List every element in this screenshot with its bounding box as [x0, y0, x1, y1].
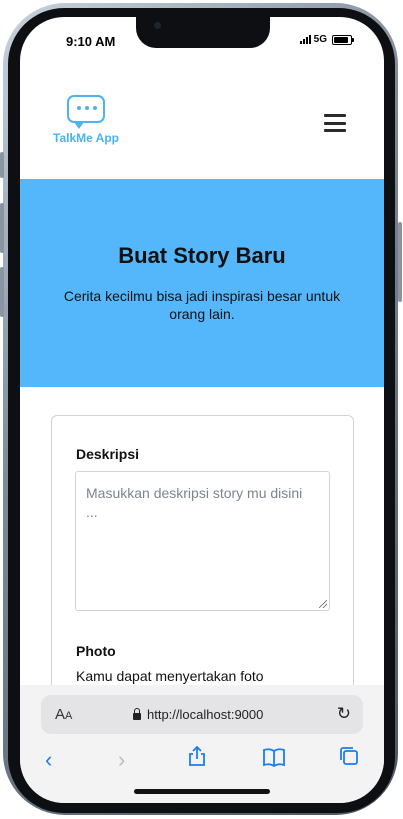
phone-device: 9:10 AM 5G TalkMe App Buat Story Baru Ce… [0, 0, 403, 819]
camera-icon [154, 22, 161, 29]
url-text: http://localhost:9000 [147, 707, 264, 722]
photo-helper-text: Kamu dapat menyertakan foto [76, 668, 264, 684]
home-indicator[interactable] [134, 789, 270, 794]
hero-banner: Buat Story Baru Cerita kecilmu bisa jadi… [20, 179, 384, 387]
back-icon[interactable]: ‹ [45, 745, 52, 775]
reload-icon[interactable]: ↻ [337, 704, 351, 724]
browser-chrome: AA http://localhost:9000 ↻ ‹ › [20, 685, 384, 803]
app-name: TalkMe App [53, 131, 120, 145]
description-placeholder: Masukkan deskripsi story mu disini ... [86, 485, 303, 520]
power-button [398, 222, 402, 302]
status-indicators: 5G [299, 34, 354, 45]
url-display[interactable]: http://localhost:9000 [133, 707, 263, 722]
tabs-icon[interactable] [338, 745, 360, 775]
action-button [0, 152, 4, 178]
app-header: TalkMe App [20, 61, 384, 179]
text-size-button[interactable]: AA [55, 706, 72, 723]
photo-label: Photo [76, 643, 116, 659]
resize-handle-icon[interactable] [319, 600, 327, 608]
chat-bubble-icon [67, 95, 105, 129]
lock-icon [133, 708, 141, 720]
network-label: 5G [313, 34, 327, 45]
page-title: Buat Story Baru [118, 243, 286, 268]
battery-icon [332, 34, 354, 45]
address-bar[interactable]: AA http://localhost:9000 ↻ [41, 695, 363, 734]
volume-up-button [0, 203, 4, 253]
volume-down-button [0, 267, 4, 317]
bookmarks-icon[interactable] [262, 745, 286, 775]
share-icon[interactable] [187, 745, 207, 775]
hamburger-icon[interactable] [324, 114, 346, 132]
notch [136, 17, 270, 48]
description-textarea[interactable]: Masukkan deskripsi story mu disini ... [75, 471, 330, 611]
description-label: Deskripsi [76, 446, 140, 462]
browser-toolbar: ‹ › [20, 745, 384, 775]
page-subtitle: Cerita kecilmu bisa jadi inspirasi besar… [63, 288, 341, 322]
signal-icon [299, 35, 311, 44]
status-time: 9:10 AM [66, 34, 116, 49]
app-logo[interactable]: TalkMe App [53, 95, 123, 150]
screen: 9:10 AM 5G TalkMe App Buat Story Baru Ce… [20, 17, 384, 803]
forward-icon[interactable]: › [118, 745, 125, 775]
